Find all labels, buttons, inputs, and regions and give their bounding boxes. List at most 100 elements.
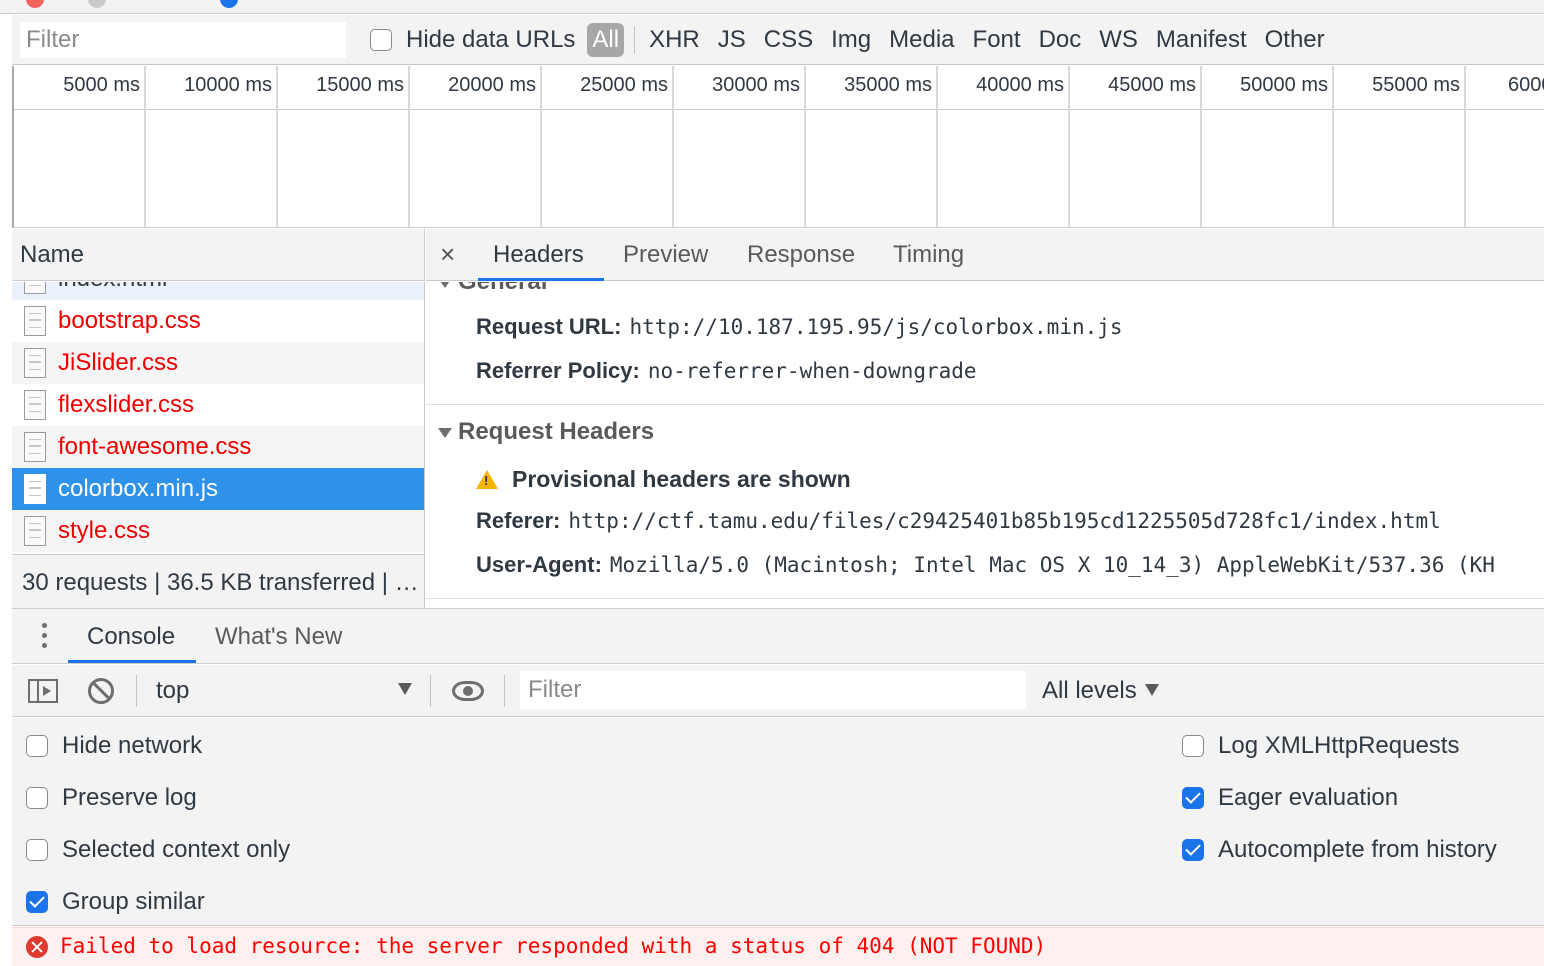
document-icon [24,432,46,462]
toolbar-icon[interactable] [220,0,238,8]
request-row[interactable]: style.css [12,510,424,552]
tab-headers[interactable]: Headers [493,241,584,269]
timeline-tick: 10000 ms [184,74,272,96]
log-levels-dropdown[interactable]: All levels [1042,677,1159,705]
header-value: Mozilla/5.0 (Macintosh; Intel Mac OS X 1… [609,553,1495,577]
general-section-toggle[interactable]: General [438,282,547,296]
live-expression-eye-icon[interactable] [452,681,484,701]
network-summary-bar: 30 requests | 36.5 KB transferred | … [12,554,425,608]
expand-triangle-icon [438,282,452,288]
console-error-message[interactable]: Failed to load resource: the server resp… [12,927,1544,966]
tab-response[interactable]: Response [747,241,855,269]
preserve-log-checkbox[interactable] [26,787,48,809]
timeline-gridline [804,66,806,227]
type-filter-js[interactable]: JS [718,26,746,54]
eager-evaluation-checkbox[interactable] [1182,787,1204,809]
type-filter-img[interactable]: Img [831,26,871,54]
context-selector[interactable]: top [156,677,189,705]
request-row[interactable]: bootstrap.css [12,300,424,342]
expand-triangle-icon [438,427,452,438]
toolbar-separator [504,675,505,707]
clear-console-icon[interactable] [88,678,114,704]
close-details-icon[interactable]: × [440,239,455,270]
request-name: flexslider.css [58,391,195,418]
document-icon [24,306,46,336]
request-row[interactable]: JiSlider.css [12,342,424,384]
tab-preview[interactable]: Preview [623,241,708,269]
console-filter-input[interactable] [520,671,1026,709]
setting-eager-evaluation[interactable]: Eager evaluation [1182,784,1398,812]
headers-panel: General Request URL: http://10.187.195.95… [426,282,1544,608]
more-tools-icon[interactable] [42,623,48,651]
section-divider [426,404,1544,405]
group-similar-checkbox[interactable] [26,891,48,913]
request-list[interactable]: index.html bootstrap.css JiSlider.css fl… [12,282,425,554]
timeline-overview[interactable]: 5000 ms 10000 ms 15000 ms 20000 ms 25000… [12,66,1544,228]
header-row: Referrer Policy: no-referrer-when-downgra… [476,358,977,384]
time-ruler: 5000 ms 10000 ms 15000 ms 20000 ms 25000… [14,66,1544,110]
setting-label: Autocomplete from history [1218,836,1497,863]
selected-context-checkbox[interactable] [26,839,48,861]
setting-label: Log XMLHttpRequests [1218,732,1460,759]
type-filter-other[interactable]: Other [1265,26,1325,54]
console-settings: Hide network Preserve log Selected conte… [12,718,1544,926]
autocomplete-history-checkbox[interactable] [1182,839,1204,861]
timeline-gridline [144,66,146,227]
request-name: JiSlider.css [58,349,179,376]
type-filter-manifest[interactable]: Manifest [1156,26,1247,54]
timeline-gridline [540,66,542,227]
setting-autocomplete-from-history[interactable]: Autocomplete from history [1182,836,1497,864]
document-icon [24,348,46,378]
timeline-tick: 35000 ms [844,74,932,96]
warning-icon [476,470,498,489]
type-filter-media[interactable]: Media [889,26,954,54]
request-headers-section-toggle[interactable]: Request Headers [438,418,654,446]
setting-selected-context-only[interactable]: Selected context only [26,836,290,864]
request-row[interactable]: font-awesome.css [12,426,424,468]
timeline-tick: 25000 ms [580,74,668,96]
tab-console[interactable]: Console [87,623,175,651]
setting-hide-network[interactable]: Hide network [26,732,202,760]
request-headers-title: Request Headers [458,418,655,445]
type-filter-font[interactable]: Font [973,26,1021,54]
header-key: Request URL: [476,314,622,339]
type-filter-css[interactable]: CSS [764,26,813,54]
request-row[interactable]: index.html [12,282,424,300]
provisional-warning: Provisional headers are shown [476,466,851,493]
setting-preserve-log[interactable]: Preserve log [26,784,197,812]
timeline-gridline [1464,66,1466,227]
timeline-tick: 15000 ms [316,74,404,96]
timeline-gridline [1332,66,1334,227]
type-filter-ws[interactable]: WS [1099,26,1138,54]
hide-data-urls-toggle[interactable]: Hide data URLs [370,26,575,54]
detail-tabbar: × Headers Preview Response Timing [426,229,1544,281]
type-filter-doc[interactable]: Doc [1039,26,1082,54]
type-filter-all[interactable]: All [587,22,625,57]
type-filter-xhr[interactable]: XHR [649,26,700,54]
setting-label: Selected context only [62,836,291,863]
name-column-header[interactable]: Name [12,229,425,281]
show-sidebar-icon[interactable] [28,679,58,703]
tab-whats-new[interactable]: What's New [215,623,342,651]
timeline-gridline [408,66,410,227]
close-window-icon[interactable] [26,0,44,8]
hide-network-checkbox[interactable] [26,735,48,757]
log-xhr-checkbox[interactable] [1182,735,1204,757]
network-filter-input[interactable] [20,21,346,58]
chevron-down-icon [1144,684,1159,696]
request-row-selected[interactable]: colorbox.min.js [12,468,424,510]
timeline-gridline [1200,66,1202,227]
context-dropdown-icon[interactable] [398,683,412,695]
request-row[interactable]: flexslider.css [12,384,424,426]
setting-label: Hide network [62,732,203,759]
tab-timing[interactable]: Timing [893,241,964,269]
hide-data-urls-checkbox[interactable] [370,28,392,51]
name-column-label: Name [20,241,85,268]
document-icon [24,282,46,294]
header-row: User-Agent: Mozilla/5.0 (Macintosh; Intel… [476,552,1495,578]
setting-log-xmlhttprequests[interactable]: Log XMLHttpRequests [1182,732,1459,760]
toolbar-separator [430,675,431,707]
toolbar-icon[interactable] [88,0,106,8]
setting-label: Group similar [62,888,205,915]
setting-group-similar[interactable]: Group similar [26,888,205,916]
